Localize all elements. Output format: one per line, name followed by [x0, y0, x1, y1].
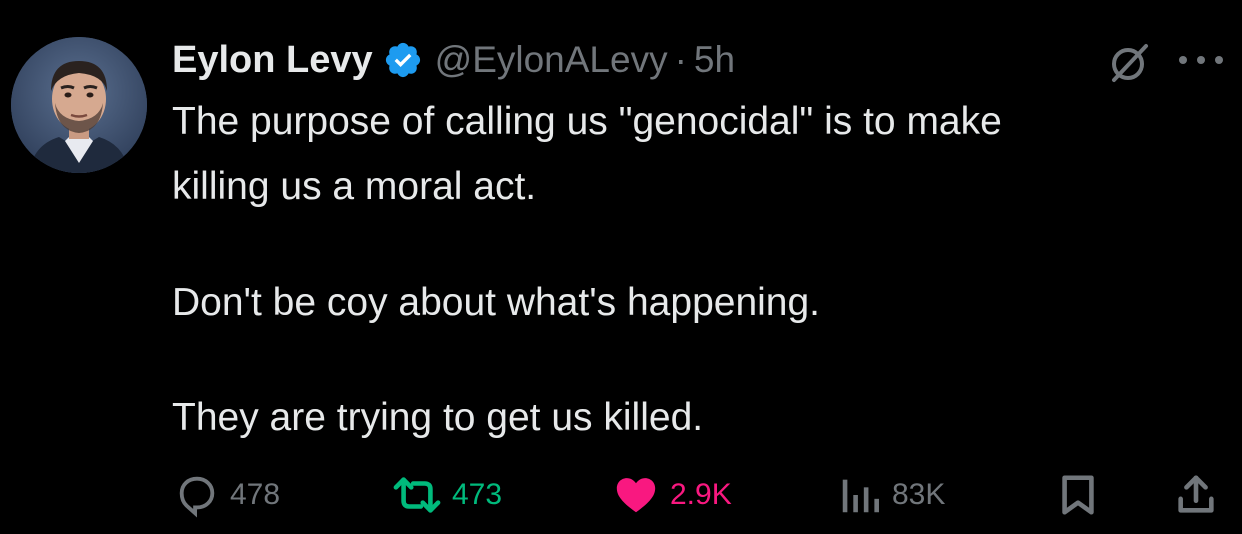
- like-count: 2.9K: [670, 478, 732, 511]
- timestamp[interactable]: 5h: [694, 39, 735, 81]
- action-bar: 478 473 2.9K 83K: [0, 470, 1242, 520]
- heart-icon: [616, 478, 656, 513]
- share-button[interactable]: [1176, 470, 1216, 520]
- tweet-text-line-2: killing us a moral act.: [172, 165, 537, 208]
- display-name[interactable]: Eylon Levy: [172, 39, 373, 82]
- grok-icon[interactable]: [1106, 40, 1152, 86]
- separator-dot: ·: [674, 39, 687, 80]
- tweet-text-line-3: Don't be coy about what's happening.: [172, 281, 821, 324]
- views-button[interactable]: 83K: [838, 470, 945, 520]
- views-count: 83K: [892, 478, 946, 511]
- retweet-count: 473: [452, 478, 503, 511]
- tweet: Eylon Levy @EylonALevy · 5h The purpose …: [0, 0, 1242, 534]
- like-button[interactable]: 2.9K: [612, 470, 732, 520]
- retweet-button[interactable]: 473: [392, 470, 502, 520]
- retweet-icon: [393, 477, 441, 513]
- views-icon: [842, 479, 879, 513]
- avatar-photo: [11, 37, 147, 173]
- share-icon: [1178, 475, 1214, 513]
- bookmark-icon: [1062, 475, 1094, 515]
- reply-icon: [179, 476, 215, 518]
- more-options-icon[interactable]: [1175, 50, 1227, 70]
- verified-badge-icon[interactable]: [383, 40, 423, 80]
- bookmark-button[interactable]: [1058, 470, 1098, 520]
- tweet-text-line-1: The purpose of calling us "genocidal" is…: [172, 100, 1002, 143]
- reply-count: 478: [230, 478, 281, 511]
- tweet-header: Eylon Levy @EylonALevy · 5h: [172, 32, 735, 88]
- avatar[interactable]: [11, 37, 147, 173]
- handle[interactable]: @EylonALevy: [435, 39, 668, 81]
- reply-button[interactable]: 478: [174, 470, 280, 520]
- tweet-text-line-4: They are trying to get us killed.: [172, 396, 704, 439]
